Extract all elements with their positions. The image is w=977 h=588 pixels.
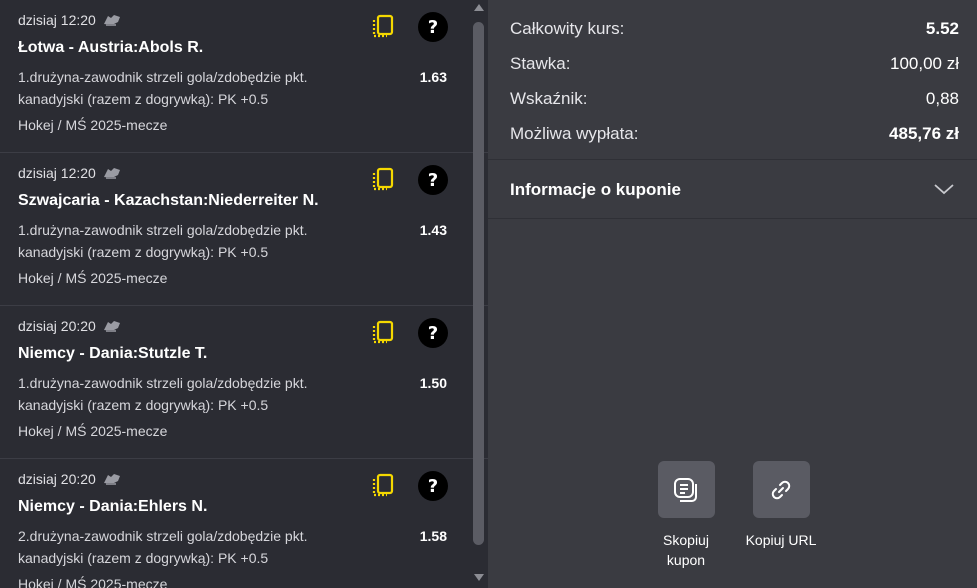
bet-list: dzisiaj 12:20 Łotwa - Austria:Abols R. 1… xyxy=(0,0,488,588)
help-icon[interactable]: ? xyxy=(418,318,448,348)
bet-league: Hokej / MŚ 2025-mecze xyxy=(18,270,168,286)
bet-match: Szwajcaria - Kazachstan:Niederreiter N. xyxy=(18,192,319,209)
bet-item: dzisiaj 20:20 Niemcy - Dania:Stutzle T. … xyxy=(0,306,488,459)
copy-selection-icon[interactable] xyxy=(370,319,396,345)
bet-league: Hokej / MŚ 2025-mecze xyxy=(18,117,168,133)
scroll-up-arrow-icon[interactable] xyxy=(474,4,484,11)
copy-coupon-button[interactable] xyxy=(657,461,715,518)
copy-coupon-action[interactable]: Skopiuj kupon xyxy=(641,461,731,570)
payout-value: 485,76 zł xyxy=(889,124,959,143)
bet-match: Niemcy - Dania:Ehlers N. xyxy=(18,498,208,515)
help-icon[interactable]: ? xyxy=(418,165,448,195)
bet-market: 1.drużyna-zawodnik strzeli gola/zdobędzi… xyxy=(18,222,308,260)
bet-match: Niemcy - Dania:Stutzle T. xyxy=(18,345,208,362)
scrollbar[interactable] xyxy=(472,0,486,588)
bet-time: dzisiaj 20:20 xyxy=(18,318,96,334)
scroll-down-arrow-icon[interactable] xyxy=(474,574,484,581)
payout-label: Możliwa wypłata: xyxy=(510,124,639,143)
stake-value: 100,00 zł xyxy=(890,54,959,73)
indicator-value: 0,88 xyxy=(925,89,959,108)
total-odds-label: Całkowity kurs: xyxy=(510,19,625,38)
hockey-icon xyxy=(103,168,120,179)
bet-odds: 1.58 xyxy=(419,528,447,544)
bet-odds: 1.63 xyxy=(419,69,447,85)
chevron-down-icon xyxy=(934,184,954,195)
hockey-icon xyxy=(103,474,120,485)
bet-time: dzisiaj 20:20 xyxy=(18,471,96,487)
bet-league: Hokej / MŚ 2025-mecze xyxy=(18,423,168,439)
copy-url-button[interactable] xyxy=(752,461,810,518)
hockey-icon xyxy=(103,321,120,332)
help-icon[interactable]: ? xyxy=(418,12,448,42)
help-icon[interactable]: ? xyxy=(418,471,448,501)
copy-coupon-label-2: kupon xyxy=(666,552,706,568)
total-odds-value: 5.52 xyxy=(925,19,959,38)
total-odds-row: Całkowity kurs: 5.52 xyxy=(510,19,959,39)
copy-coupon-label: Skopiuj xyxy=(663,532,709,548)
bet-time: dzisiaj 12:20 xyxy=(18,12,96,28)
scroll-thumb[interactable] xyxy=(473,22,484,545)
indicator-label: Wskaźnik: xyxy=(510,89,588,108)
copy-selection-icon[interactable] xyxy=(370,166,396,192)
copy-selection-icon[interactable] xyxy=(370,472,396,498)
payout-row: Możliwa wypłata: 485,76 zł xyxy=(510,124,959,144)
bet-market: 2.drużyna-zawodnik strzeli gola/zdobędzi… xyxy=(18,528,308,566)
bet-market: 1.drużyna-zawodnik strzeli gola/zdobędzi… xyxy=(18,375,308,413)
bet-market: 1.drużyna-zawodnik strzeli gola/zdobędzi… xyxy=(18,69,308,107)
bet-league: Hokej / MŚ 2025-mecze xyxy=(18,576,168,588)
hockey-icon xyxy=(103,15,120,26)
bet-odds: 1.43 xyxy=(419,222,447,238)
bet-time: dzisiaj 12:20 xyxy=(18,165,96,181)
copy-selection-icon[interactable] xyxy=(370,13,396,39)
stake-label: Stawka: xyxy=(510,54,571,73)
indicator-row: Wskaźnik: 0,88 xyxy=(510,89,959,109)
copy-url-label: Kopiuj URL xyxy=(745,532,817,548)
bet-match: Łotwa - Austria:Abols R. xyxy=(18,39,204,56)
copy-url-action[interactable]: Kopiuj URL xyxy=(736,461,826,550)
bet-odds: 1.50 xyxy=(419,375,447,391)
stake-row: Stawka: 100,00 zł xyxy=(510,54,959,74)
coupon-info-label: Informacje o kuponie xyxy=(510,180,681,199)
coupon-copy-icon xyxy=(674,477,697,502)
coupon-summary-panel: Całkowity kurs: 5.52 Stawka: 100,00 zł W… xyxy=(488,0,977,588)
bet-item: dzisiaj 20:20 Niemcy - Dania:Ehlers N. 2… xyxy=(0,459,488,588)
bet-item: dzisiaj 12:20 Szwajcaria - Kazachstan:Ni… xyxy=(0,153,488,306)
bet-item: dzisiaj 12:20 Łotwa - Austria:Abols R. 1… xyxy=(0,0,488,153)
link-icon xyxy=(771,480,791,499)
coupon-info-toggle[interactable]: Informacje o kuponie xyxy=(488,159,977,219)
